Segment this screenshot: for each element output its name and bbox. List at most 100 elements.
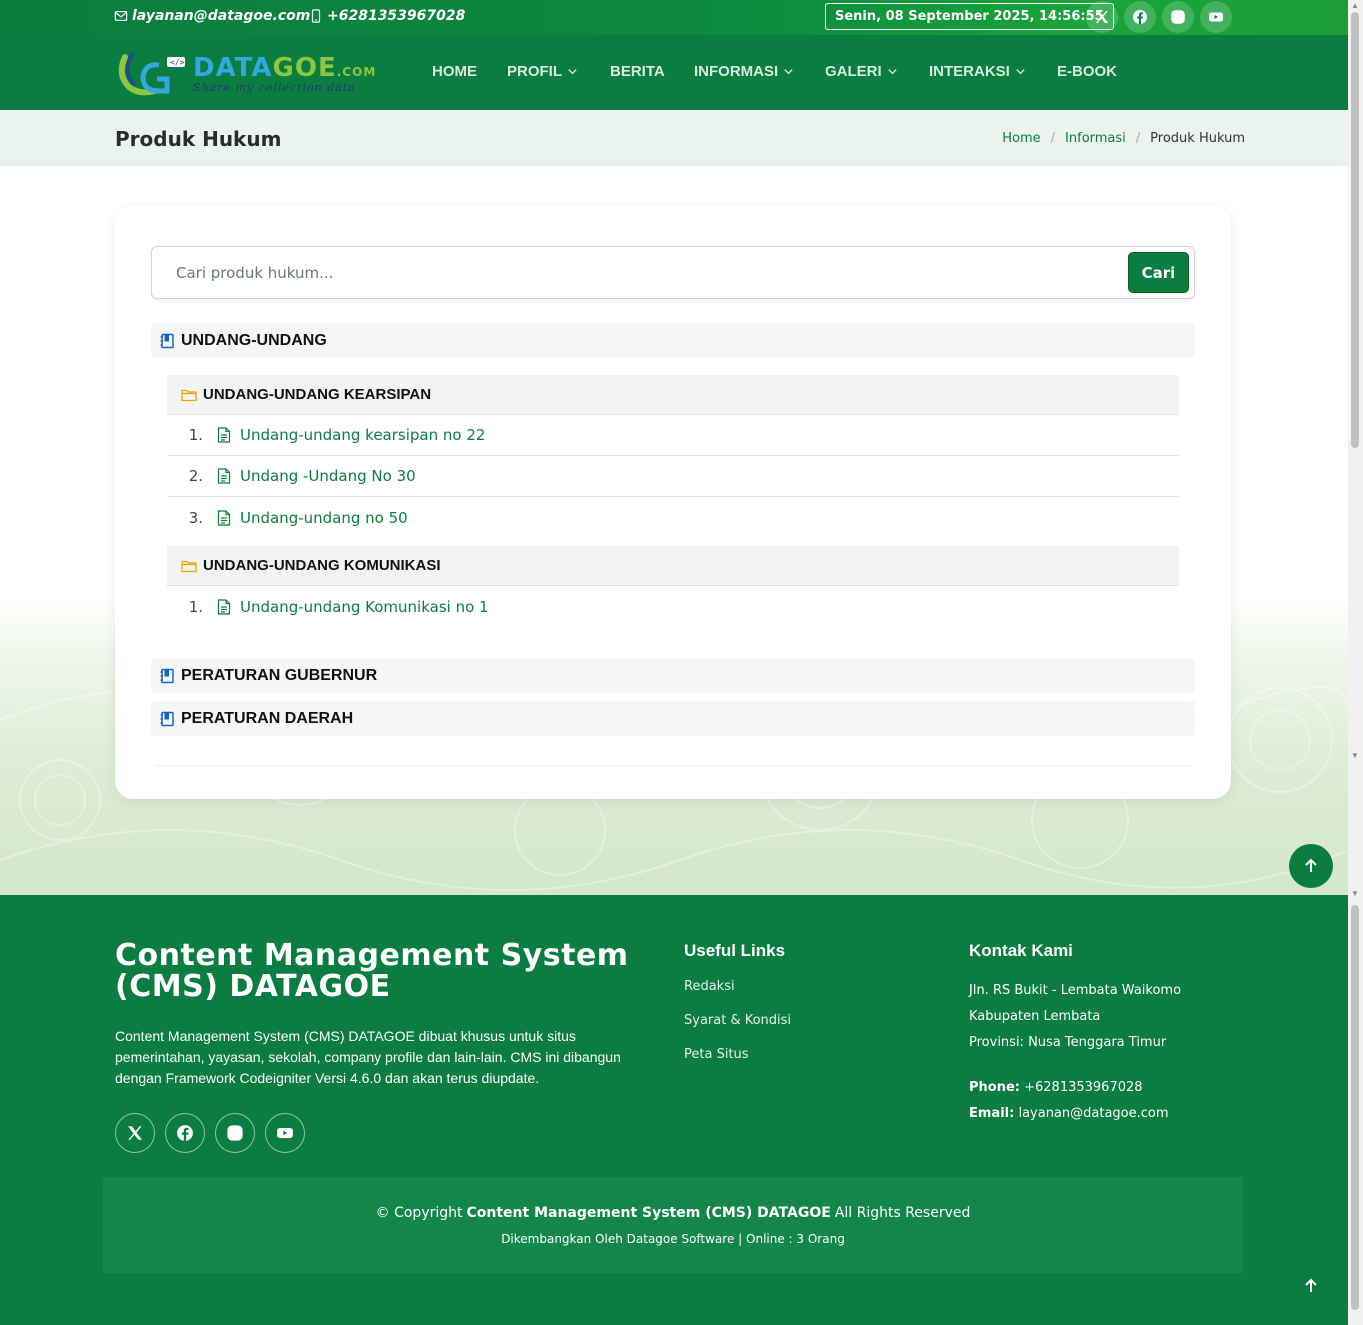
scroll-down-arrow[interactable]: ▼ [1351, 752, 1359, 760]
facebook-icon[interactable] [1124, 1, 1156, 33]
address-line: Provinsi: Nusa Tenggara Timur [969, 1035, 1167, 1050]
subcategory-title: UNDANG-UNDANG KOMUNIKASI [203, 557, 441, 574]
category-title: UNDANG-UNDANG [181, 331, 327, 349]
nav-galeri[interactable]: GALERI [825, 63, 898, 80]
book-icon [160, 711, 174, 726]
topbar-email-text: layanan@datagoe.com [132, 8, 311, 24]
arrow-up-icon [1305, 858, 1317, 872]
subcategory-title: UNDANG-UNDANG KEARSIPAN [203, 386, 432, 403]
svg-text:</>: </> [170, 58, 185, 67]
category-title: PERATURAN GUBERNUR [181, 666, 378, 684]
file-text-icon [217, 509, 231, 526]
chevron-down-icon [568, 69, 577, 75]
document-number: 1. [188, 426, 203, 444]
document-number: 1. [188, 597, 203, 616]
breadcrumb-separator: / [1135, 131, 1141, 146]
search-box [151, 246, 1195, 299]
phone-label: Phone: [969, 1080, 1020, 1095]
footer-link-redaksi[interactable]: Redaksi [684, 979, 735, 994]
subcategory-kearsipan[interactable]: UNDANG-UNDANG KEARSIPAN [167, 375, 1179, 415]
instagram-icon[interactable] [1162, 1, 1194, 33]
document-row: 3. Undang-undang no 50 [167, 497, 1179, 538]
contact-email: Email: layanan@datagoe.com [969, 1106, 1169, 1121]
facebook-icon[interactable] [165, 1113, 205, 1153]
logo-wordmark: DATAGOE.COM [193, 53, 377, 83]
footer-link-peta-situs[interactable]: Peta Situs [684, 1047, 749, 1062]
address-line: Kabupaten Lembata [969, 1009, 1101, 1024]
document-link[interactable]: Undang-undang no 50 [240, 509, 408, 527]
breadcrumb-current: Produk Hukum [1150, 131, 1245, 146]
scrollbar-thumb[interactable] [1351, 12, 1359, 448]
phone-value[interactable]: +6281353967028 [1024, 1080, 1142, 1095]
scroll-down-arrow[interactable]: ▼ [1351, 890, 1359, 898]
chevron-down-icon [888, 69, 897, 75]
instagram-icon[interactable] [215, 1113, 255, 1153]
book-icon [160, 668, 174, 683]
copyright-text: © Copyright Content Management System (CM… [375, 1205, 971, 1221]
footer-link-syarat-kondisi[interactable]: Syarat & Kondisi [684, 1013, 791, 1028]
category-peraturan-daerah[interactable]: PERATURAN DAERAH [151, 701, 1195, 736]
subcategory-komunikasi[interactable]: UNDANG-UNDANG KOMUNIKASI [167, 546, 1179, 586]
nav-home[interactable]: HOME [432, 63, 477, 80]
category-title: PERATURAN DAERAH [181, 709, 354, 727]
footer-title: Content Management System (CMS) DATAGOE [115, 938, 629, 1004]
contact-phone: Phone: +6281353967028 [969, 1080, 1143, 1095]
breadcrumb-separator: / [1050, 131, 1056, 146]
folder-icon [181, 389, 197, 401]
breadcrumb-informasi[interactable]: Informasi [1065, 131, 1126, 146]
document-link[interactable]: Undang-undang kearsipan no 22 [240, 426, 485, 444]
copyright-bar: © Copyright Content Management System (CM… [103, 1177, 1243, 1273]
file-text-icon [217, 427, 231, 443]
x-icon[interactable] [1086, 1, 1118, 33]
scrollbar-thumb[interactable] [1351, 905, 1359, 1310]
page-title: Produk Hukum [115, 127, 282, 151]
document-row: 1. Undang-undang Komunikasi no 1 [167, 586, 1179, 627]
category-peraturan-gubernur[interactable]: PERATURAN GUBERNUR [151, 658, 1195, 693]
search-button[interactable]: Cari [1128, 252, 1189, 293]
useful-links-heading: Useful Links [684, 941, 786, 960]
document-row: 2. Undang -Undang No 30 [167, 456, 1179, 497]
developer-credit: Dikembangkan Oleh Datagoe Software | Onl… [501, 1232, 845, 1246]
chevron-down-icon [784, 69, 793, 75]
document-number: 2. [188, 467, 203, 485]
nav-profil[interactable]: PROFIL [507, 63, 578, 80]
logo-mark-icon: </> [118, 51, 185, 96]
footer-description: Content Management System (CMS) DATAGOE … [115, 1028, 621, 1086]
email-value[interactable]: layanan@datagoe.com [1018, 1106, 1168, 1121]
site-logo[interactable]: </> DATAGOE.COM Share my collection data [115, 45, 375, 101]
folder-icon [181, 560, 197, 572]
back-to-top-icon[interactable] [1300, 1275, 1322, 1297]
chevron-down-icon [1016, 69, 1025, 75]
nav-interaksi[interactable]: INTERAKSI [929, 63, 1026, 80]
envelope-icon [114, 11, 128, 21]
scroll-to-top-button[interactable] [1289, 844, 1333, 888]
topbar-phone-text: +6281353967028 [327, 8, 466, 24]
search-input[interactable] [176, 261, 1076, 285]
youtube-icon[interactable] [265, 1113, 305, 1153]
topbar-email[interactable]: layanan@datagoe.com [114, 8, 310, 24]
breadcrumb-home[interactable]: Home [1002, 131, 1040, 146]
logo-tagline: Share my collection data [193, 81, 356, 94]
document-number: 3. [188, 508, 203, 527]
book-icon [160, 333, 174, 348]
topbar-phone[interactable]: +6281353967028 [309, 8, 465, 24]
nav-ebook[interactable]: E-BOOK [1057, 63, 1117, 80]
document-link[interactable]: Undang-undang Komunikasi no 1 [240, 598, 489, 616]
address-line: Jln. RS Bukit - Lembata Waikomo [969, 983, 1182, 998]
nav-informasi[interactable]: INFORMASI [694, 63, 794, 80]
datetime-display: Senin, 08 September 2025, 14:56:55 [825, 3, 1114, 30]
contact-heading: Kontak Kami [969, 941, 1073, 960]
breadcrumb: Home / Informasi / Produk Hukum [1002, 131, 1245, 146]
phone-icon [311, 9, 321, 23]
file-text-icon [217, 468, 231, 484]
category-undang-undang[interactable]: UNDANG-UNDANG [151, 323, 1195, 358]
scroll-up-arrow[interactable]: ▲ [1351, 2, 1359, 10]
email-label: Email: [969, 1106, 1015, 1121]
file-text-icon [217, 598, 231, 615]
nav-berita[interactable]: BERITA [610, 63, 665, 80]
youtube-icon[interactable] [1200, 1, 1232, 33]
divider [155, 765, 1192, 766]
x-icon[interactable] [115, 1113, 155, 1153]
document-link[interactable]: Undang -Undang No 30 [240, 467, 416, 485]
document-row: 1. Undang-undang kearsipan no 22 [167, 415, 1179, 456]
